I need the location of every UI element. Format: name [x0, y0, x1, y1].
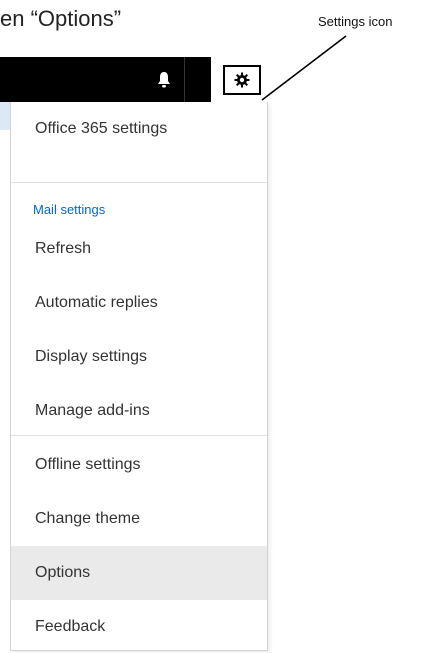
menu-item-label: Automatic replies [35, 294, 158, 311]
screenshot-page: en “Options” Settings icon Office 365 se… [0, 0, 430, 653]
menu-item-label: Display settings [35, 348, 148, 365]
menu-item-refresh[interactable]: Refresh [11, 222, 267, 276]
menu-item-automatic-replies[interactable]: Automatic replies [11, 276, 267, 330]
menu-divider [11, 435, 267, 436]
notifications-button[interactable] [144, 57, 185, 102]
menu-item-label: Change theme [35, 510, 140, 527]
menu-item-label: Refresh [35, 240, 92, 257]
menu-item-label: Manage add-ins [35, 402, 150, 419]
menu-item-offline-settings[interactable]: Offline settings [11, 438, 267, 492]
settings-button[interactable] [211, 57, 272, 102]
menu-item-change-theme[interactable]: Change theme [11, 492, 267, 546]
menu-item-manage-add-ins[interactable]: Manage add-ins [11, 384, 267, 438]
menu-divider [11, 182, 267, 183]
menu-item-options[interactable]: Options [11, 546, 267, 600]
menu-item-display-settings[interactable]: Display settings [11, 330, 267, 384]
menu-item-label: Offline settings [35, 456, 141, 473]
top-navigation-bar [0, 57, 272, 102]
menu-item-office-365-settings[interactable]: Office 365 settings [11, 102, 267, 156]
section-label-mail-settings: Mail settings [33, 202, 106, 217]
settings-dropdown-menu: Office 365 settings Mail settings Refres… [10, 102, 268, 651]
instruction-text: en “Options” [0, 6, 122, 31]
menu-item-label: Office 365 settings [35, 120, 168, 137]
menu-item-feedback[interactable]: Feedback [11, 600, 267, 653]
bell-icon [158, 71, 170, 87]
settings-icon-highlight-box [222, 64, 261, 95]
menu-item-label: Feedback [35, 618, 106, 635]
page-background-strip [0, 102, 10, 130]
gear-icon [234, 72, 249, 87]
menu-item-label: Options [35, 564, 91, 581]
settings-icon-callout: Settings icon [318, 14, 393, 29]
